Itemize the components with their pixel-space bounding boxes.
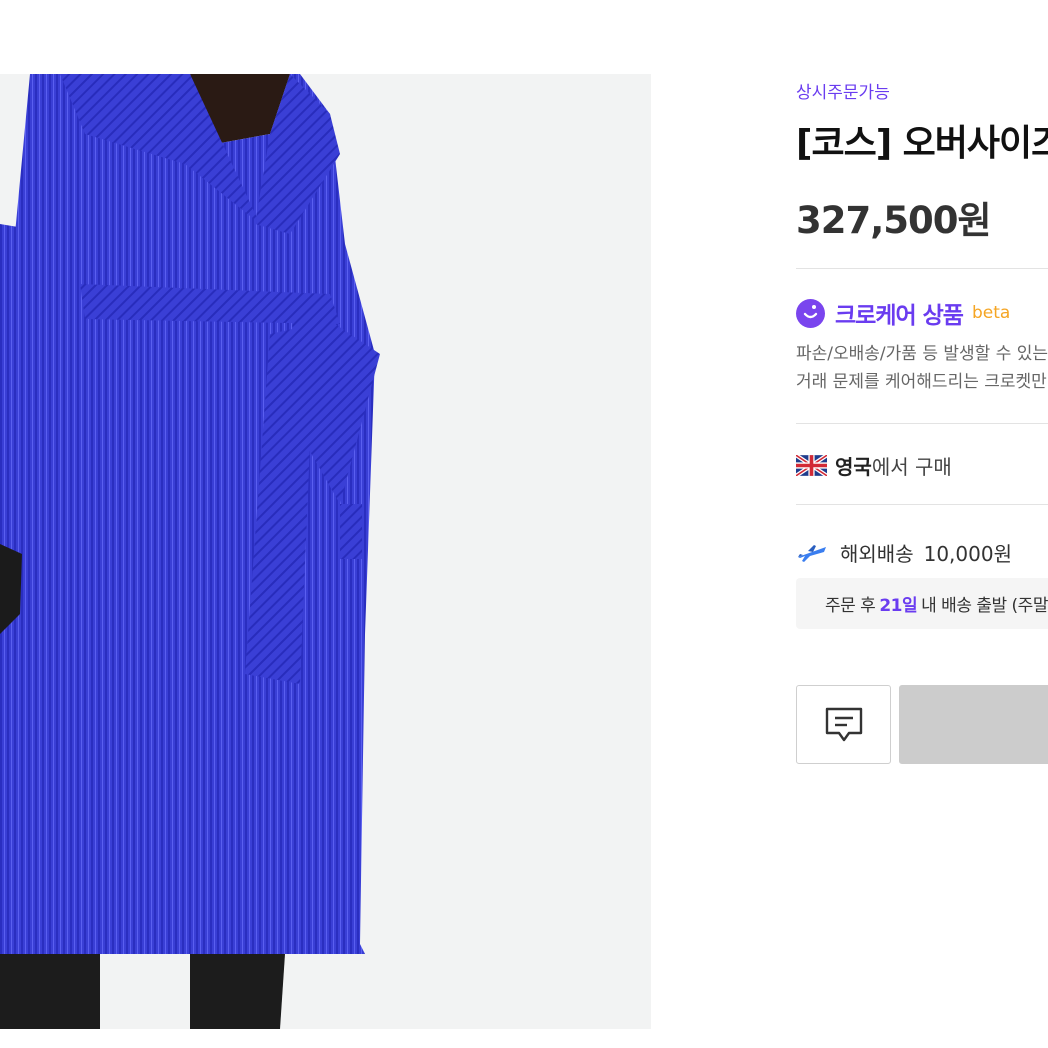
product-image[interactable] xyxy=(0,74,651,1029)
purchase-button[interactable] xyxy=(899,685,1048,764)
shipping-label: 해외배송 xyxy=(840,542,914,566)
product-title: [코스] 오버사이즈 xyxy=(796,123,1048,164)
beta-badge: beta xyxy=(971,303,1011,323)
divider xyxy=(796,504,1048,505)
care-title: 크로케어 상품 xyxy=(835,303,964,329)
chat-icon xyxy=(825,707,862,741)
smile-icon xyxy=(796,298,825,328)
country-name: 영국 xyxy=(835,455,872,479)
shipping-note-prefix: 주문 후 xyxy=(825,596,876,616)
product-price: 327,500원 xyxy=(796,199,992,242)
coat-illustration xyxy=(0,74,380,1029)
chat-button[interactable] xyxy=(796,685,891,764)
shipping-eta: 주문 후 21일 내 배송 출발 (주말 xyxy=(796,578,1048,629)
care-description: 파손/오배송/가품 등 발생할 수 있는 거래 문제를 케어해드리는 크로켓만 xyxy=(796,340,1048,396)
care-desc-line: 거래 문제를 케어해드리는 크로켓만 xyxy=(796,372,1047,392)
shipping-row: 해외배송 10,000원 xyxy=(796,538,1012,567)
divider xyxy=(796,268,1048,269)
country-suffix: 에서 구매 xyxy=(871,455,952,479)
purchase-origin: 영국 에서 구매 xyxy=(796,451,952,480)
availability-label: 상시주문가능 xyxy=(796,83,890,103)
care-header: 크로케어 상품 beta xyxy=(796,298,1011,329)
uk-flag-icon xyxy=(796,455,827,476)
shipping-fee: 10,000원 xyxy=(923,542,1012,566)
divider xyxy=(796,423,1048,424)
shipping-days: 21일 xyxy=(879,596,918,616)
shipping-note-suffix: 내 배송 출발 (주말 xyxy=(921,596,1048,616)
airplane-icon xyxy=(798,544,826,562)
care-desc-line: 파손/오배송/가품 등 발생할 수 있는 xyxy=(796,344,1048,364)
product-page: 상시주문가능 [코스] 오버사이즈 327,500원 크로케어 상품 beta … xyxy=(0,0,1048,1048)
